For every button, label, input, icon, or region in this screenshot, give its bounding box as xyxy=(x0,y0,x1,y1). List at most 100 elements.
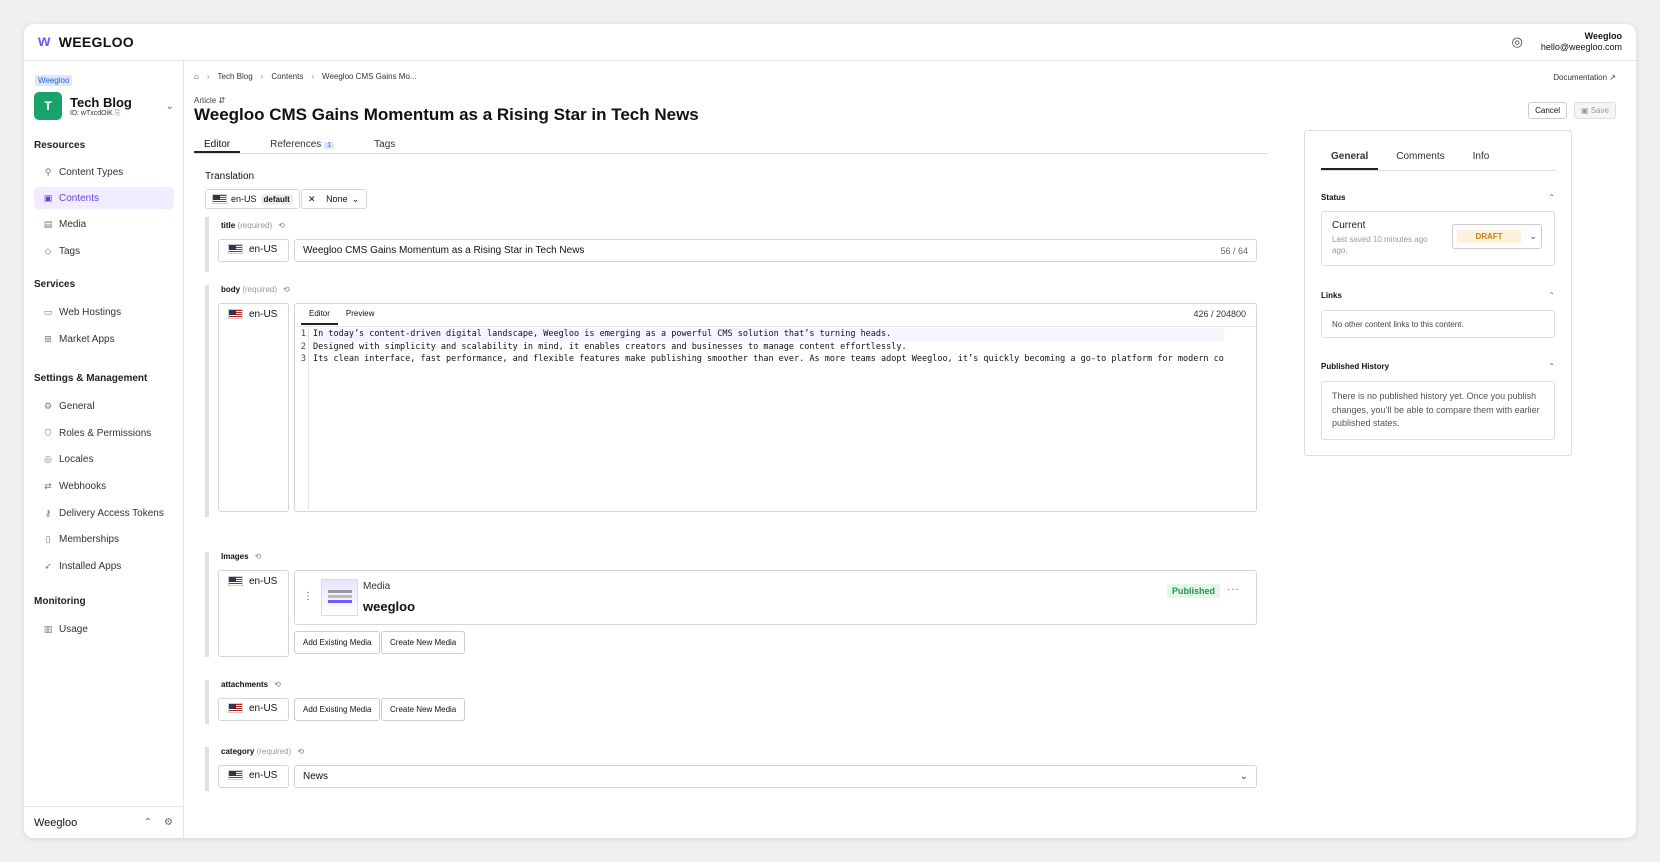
attachments-field: attachments ⟲ en-US Add Existing Media Cr… xyxy=(205,680,1269,724)
status-section-header[interactable]: Status ⌃ xyxy=(1321,193,1555,202)
sidebar-item-contents[interactable]: ▣ Contents xyxy=(34,187,174,209)
sidebar-item-label: General xyxy=(59,400,95,412)
sidebar-item-content-types[interactable]: ⚲ Content Types xyxy=(34,161,174,183)
status-dropdown[interactable]: DRAFT ⌄ xyxy=(1452,224,1542,249)
apps-icon: ⊞ xyxy=(44,333,52,344)
line-gutter: 1 2 3 xyxy=(295,327,309,512)
section-resources: Resources xyxy=(34,140,86,151)
sidebar-item-webhooks[interactable]: ⇄ Webhooks xyxy=(34,475,174,497)
sidebar-item-locales[interactable]: ◎ Locales xyxy=(34,448,174,470)
markdown-editor: Editor Preview 426 / 204800 1 2 3 In tod… xyxy=(294,303,1257,512)
media-card[interactable]: ⋮ Media weegloo Published ··· xyxy=(294,570,1257,625)
chevron-up-icon[interactable]: ⌃ xyxy=(144,817,152,828)
workspace-switcher[interactable]: T Tech Blog ID: wTxcdOiK ⎘ ⌄ xyxy=(34,92,174,120)
history-icon[interactable]: ⟲ xyxy=(255,552,262,561)
links-section-header[interactable]: Links ⌃ xyxy=(1321,291,1555,300)
panel-tab-comments[interactable]: Comments xyxy=(1386,149,1454,170)
us-flag-icon xyxy=(228,770,243,780)
history-icon[interactable]: ⟲ xyxy=(283,285,290,294)
create-new-media-button[interactable]: Create New Media xyxy=(381,698,466,721)
create-new-media-button[interactable]: Create New Media xyxy=(381,631,466,654)
external-link-icon: ↗ xyxy=(1609,73,1616,82)
locale-code: en-US xyxy=(249,576,278,587)
tab-tags[interactable]: Tags xyxy=(364,131,405,153)
history-icon[interactable]: ⟲ xyxy=(278,221,285,230)
editor-tab-editor[interactable]: Editor xyxy=(301,304,338,325)
category-select[interactable]: News ⌄ xyxy=(294,765,1257,788)
chevron-down-icon: ⌄ xyxy=(351,193,360,204)
breadcrumb-item[interactable]: Contents xyxy=(271,72,303,81)
last-saved-text: Last saved 10 minutes ago ago. xyxy=(1332,235,1428,255)
sidebar-item-roles[interactable]: ⛉ Roles & Permissions xyxy=(34,422,174,444)
add-existing-media-button[interactable]: Add Existing Media xyxy=(294,631,381,654)
chevron-up-icon: ⌃ xyxy=(1548,362,1555,371)
status-current-label: Current xyxy=(1332,220,1366,231)
us-flag-icon xyxy=(212,194,227,204)
sidebar-item-web-hostings[interactable]: ▭ Web Hostings xyxy=(34,301,174,323)
gear-icon: ⚙ xyxy=(43,400,53,411)
breadcrumb: ⌂ › Tech Blog › Contents › Weegloo CMS G… xyxy=(194,72,417,81)
title-input[interactable]: Weegloo CMS Gains Momentum as a Rising S… xyxy=(294,239,1257,262)
history-section-header[interactable]: Published History ⌃ xyxy=(1321,362,1555,371)
sidebar-item-label: Locales xyxy=(59,453,94,465)
top-bar: w WEEGLOO ◎ Weegloo hello@weegloo.com xyxy=(24,24,1636,61)
locale-chip[interactable]: en-US default xyxy=(205,189,300,209)
editor-tab-preview[interactable]: Preview xyxy=(338,304,382,325)
shield-icon: ⛉ xyxy=(44,427,52,438)
home-icon[interactable]: ⌂ xyxy=(194,72,199,81)
sidebar-item-label: Roles & Permissions xyxy=(59,427,152,439)
section-settings: Settings & Management xyxy=(34,373,148,384)
chevron-down-icon: ⌄ xyxy=(165,100,174,112)
footer-org-name[interactable]: Weegloo xyxy=(34,817,77,829)
code-line[interactable]: Designed with simplicity and scalability… xyxy=(313,341,1224,354)
cancel-button[interactable]: Cancel xyxy=(1528,102,1567,119)
close-icon[interactable]: ✕ xyxy=(308,194,316,205)
sidebar-item-tokens[interactable]: ⚷ Delivery Access Tokens xyxy=(34,502,174,524)
user-email: hello@weegloo.com xyxy=(1540,42,1622,52)
sidebar-item-label: Memberships xyxy=(59,533,120,545)
gear-icon[interactable]: ⚙ xyxy=(164,817,173,828)
field-name: title xyxy=(221,221,236,230)
translation-target-select[interactable]: ✕ None ⌄ xyxy=(301,189,367,209)
add-existing-media-button[interactable]: Add Existing Media xyxy=(294,698,381,721)
sidebar-item-installed-apps[interactable]: ➶ Installed Apps xyxy=(34,555,174,577)
copy-icon[interactable]: ⎘ xyxy=(115,110,121,117)
tab-references[interactable]: References 1 xyxy=(260,131,344,153)
save-button[interactable]: ▣ Save xyxy=(1573,102,1616,119)
save-icon: ▣ xyxy=(1580,106,1591,115)
required-hint: (required) xyxy=(242,285,278,294)
status-badge: Published xyxy=(1166,584,1220,598)
user-menu[interactable]: Weegloo hello@weegloo.com xyxy=(1541,31,1622,53)
panel-tab-info[interactable]: Info xyxy=(1463,149,1500,170)
workspace-name: Tech Blog xyxy=(70,94,132,110)
drag-handle-icon[interactable]: ⋮ xyxy=(303,591,313,602)
tag-icon: ◇ xyxy=(44,245,52,256)
breadcrumb-item[interactable]: Tech Blog xyxy=(218,72,253,81)
code-area[interactable]: 1 2 3 In today’s content-driven digital … xyxy=(295,326,1256,512)
contents-icon: ▣ xyxy=(43,192,53,203)
history-icon[interactable]: ⟲ xyxy=(297,747,304,756)
sidebar-item-label: Content Types xyxy=(59,166,124,178)
more-options-icon[interactable]: ··· xyxy=(1227,584,1240,595)
section-title: Published History xyxy=(1321,362,1390,371)
tab-editor[interactable]: Editor xyxy=(194,131,241,153)
brand-logo[interactable]: w WEEGLOO xyxy=(38,33,134,51)
field-indicator xyxy=(205,285,209,517)
content-type-label[interactable]: Article ⇵ xyxy=(194,96,225,105)
sidebar-item-memberships[interactable]: ▯ Memberships xyxy=(34,528,174,550)
documentation-link[interactable]: Documentation ↗ xyxy=(1553,73,1616,82)
locale-indicator: en-US xyxy=(218,698,289,721)
sidebar-item-market-apps[interactable]: ⊞ Market Apps xyxy=(34,328,174,350)
field-indicator xyxy=(205,552,209,657)
sidebar-item-media[interactable]: ▤ Media xyxy=(34,213,174,235)
sidebar-item-usage[interactable]: ▥ Usage xyxy=(34,618,174,640)
globe-icon[interactable]: ◎ xyxy=(1511,34,1522,50)
code-line[interactable]: In today’s content-driven digital landsc… xyxy=(313,328,1224,341)
history-icon[interactable]: ⟲ xyxy=(274,680,281,689)
code-line[interactable]: Its clean interface, fast performance, a… xyxy=(313,353,1224,366)
sidebar-item-tags[interactable]: ◇ Tags xyxy=(34,240,174,262)
sidebar-item-general[interactable]: ⚙ General xyxy=(34,395,174,417)
links-empty-text: No other content links to this content. xyxy=(1332,320,1464,329)
panel-tab-general[interactable]: General xyxy=(1321,149,1379,170)
required-hint: (required) xyxy=(256,747,292,756)
